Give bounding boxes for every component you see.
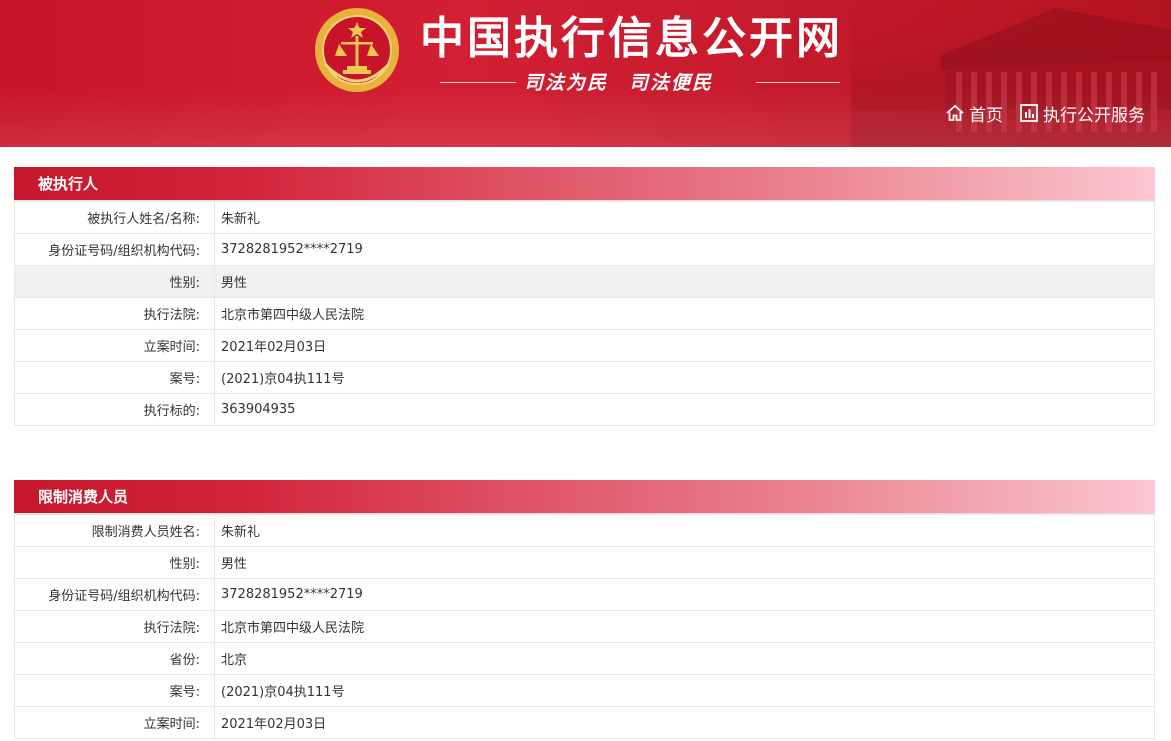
- row-label: 执行法院:: [14, 610, 215, 643]
- section-title: 被执行人: [14, 167, 1155, 201]
- court-building-image: [851, 0, 1171, 147]
- row-value: 2021年02月03日: [214, 329, 1155, 362]
- table-row: 限制消费人员姓名: 朱新礼: [14, 514, 1155, 547]
- table-row: 身份证号码/组织机构代码: 3728281952****2719: [14, 578, 1155, 611]
- table-row: 执行标的: 363904935: [14, 393, 1155, 426]
- table-row: 立案时间: 2021年02月03日: [14, 706, 1155, 739]
- row-label: 执行法院:: [14, 297, 215, 330]
- row-value: 朱新礼: [214, 201, 1155, 234]
- row-value: (2021)京04执111号: [214, 674, 1155, 707]
- row-label: 限制消费人员姓名:: [14, 514, 215, 547]
- section-title: 限制消费人员: [14, 480, 1155, 514]
- row-label: 身份证号码/组织机构代码:: [14, 578, 215, 611]
- row-value: 朱新礼: [214, 514, 1155, 547]
- table-row: 执行法院: 北京市第四中级人民法院: [14, 297, 1155, 330]
- row-label: 被执行人姓名/名称:: [14, 201, 215, 234]
- table-row: 执行法院: 北京市第四中级人民法院: [14, 610, 1155, 643]
- nav-enforcement-service-link[interactable]: 执行公开服务: [1019, 101, 1145, 126]
- row-label: 性别:: [14, 265, 215, 298]
- header-nav: 首页 执行公开服务: [945, 100, 1145, 126]
- section-consumption-restricted-person: 限制消费人员 限制消费人员姓名: 朱新礼 性别: 男性 身份证号码/组织机构代码…: [14, 480, 1155, 739]
- nav-home-label: 首页: [969, 105, 1003, 126]
- row-value: 北京: [214, 642, 1155, 675]
- slogan-line-left: [440, 82, 516, 83]
- row-label: 立案时间:: [14, 329, 215, 362]
- section-person-subject-to-enforcement: 被执行人 被执行人姓名/名称: 朱新礼 身份证号码/组织机构代码: 372828…: [14, 167, 1155, 426]
- table-row: 案号: (2021)京04执111号: [14, 674, 1155, 707]
- table-row: 性别: 男性: [14, 265, 1155, 298]
- row-value: 北京市第四中级人民法院: [214, 610, 1155, 643]
- row-value: 363904935: [214, 393, 1155, 426]
- nav-enforcement-service-label: 执行公开服务: [1043, 105, 1145, 126]
- table-row: 性别: 男性: [14, 546, 1155, 579]
- chart-icon: [1020, 104, 1038, 122]
- row-label: 立案时间:: [14, 706, 215, 739]
- row-value: 男性: [214, 265, 1155, 298]
- court-emblem-icon: [315, 8, 399, 92]
- row-value: 3728281952****2719: [214, 233, 1155, 266]
- row-value: 3728281952****2719: [214, 578, 1155, 611]
- site-header: 中国执行信息公开网 司法为民 司法便民 首页 执行公开服务: [0, 0, 1171, 147]
- table-row: 被执行人姓名/名称: 朱新礼: [14, 201, 1155, 234]
- table-row: 案号: (2021)京04执111号: [14, 361, 1155, 394]
- row-label: 性别:: [14, 546, 215, 579]
- row-label: 案号:: [14, 674, 215, 707]
- info-table: 限制消费人员姓名: 朱新礼 性别: 男性 身份证号码/组织机构代码: 37282…: [14, 514, 1155, 739]
- site-title: 中国执行信息公开网: [420, 13, 843, 64]
- row-label: 执行标的:: [14, 393, 215, 426]
- row-value: 2021年02月03日: [214, 706, 1155, 739]
- table-row: 省份: 北京: [14, 642, 1155, 675]
- row-value: 北京市第四中级人民法院: [214, 297, 1155, 330]
- nav-home-link[interactable]: 首页: [945, 101, 1003, 126]
- row-label: 案号:: [14, 361, 215, 394]
- row-label: 省份:: [14, 642, 215, 675]
- home-icon: [946, 104, 964, 121]
- table-row: 身份证号码/组织机构代码: 3728281952****2719: [14, 233, 1155, 266]
- row-value: 男性: [214, 546, 1155, 579]
- site-slogan: 司法为民 司法便民: [524, 72, 714, 94]
- info-table: 被执行人姓名/名称: 朱新礼 身份证号码/组织机构代码: 3728281952*…: [14, 201, 1155, 426]
- row-label: 身份证号码/组织机构代码:: [14, 233, 215, 266]
- row-value: (2021)京04执111号: [214, 361, 1155, 394]
- slogan-line-right: [756, 82, 840, 83]
- table-row: 立案时间: 2021年02月03日: [14, 329, 1155, 362]
